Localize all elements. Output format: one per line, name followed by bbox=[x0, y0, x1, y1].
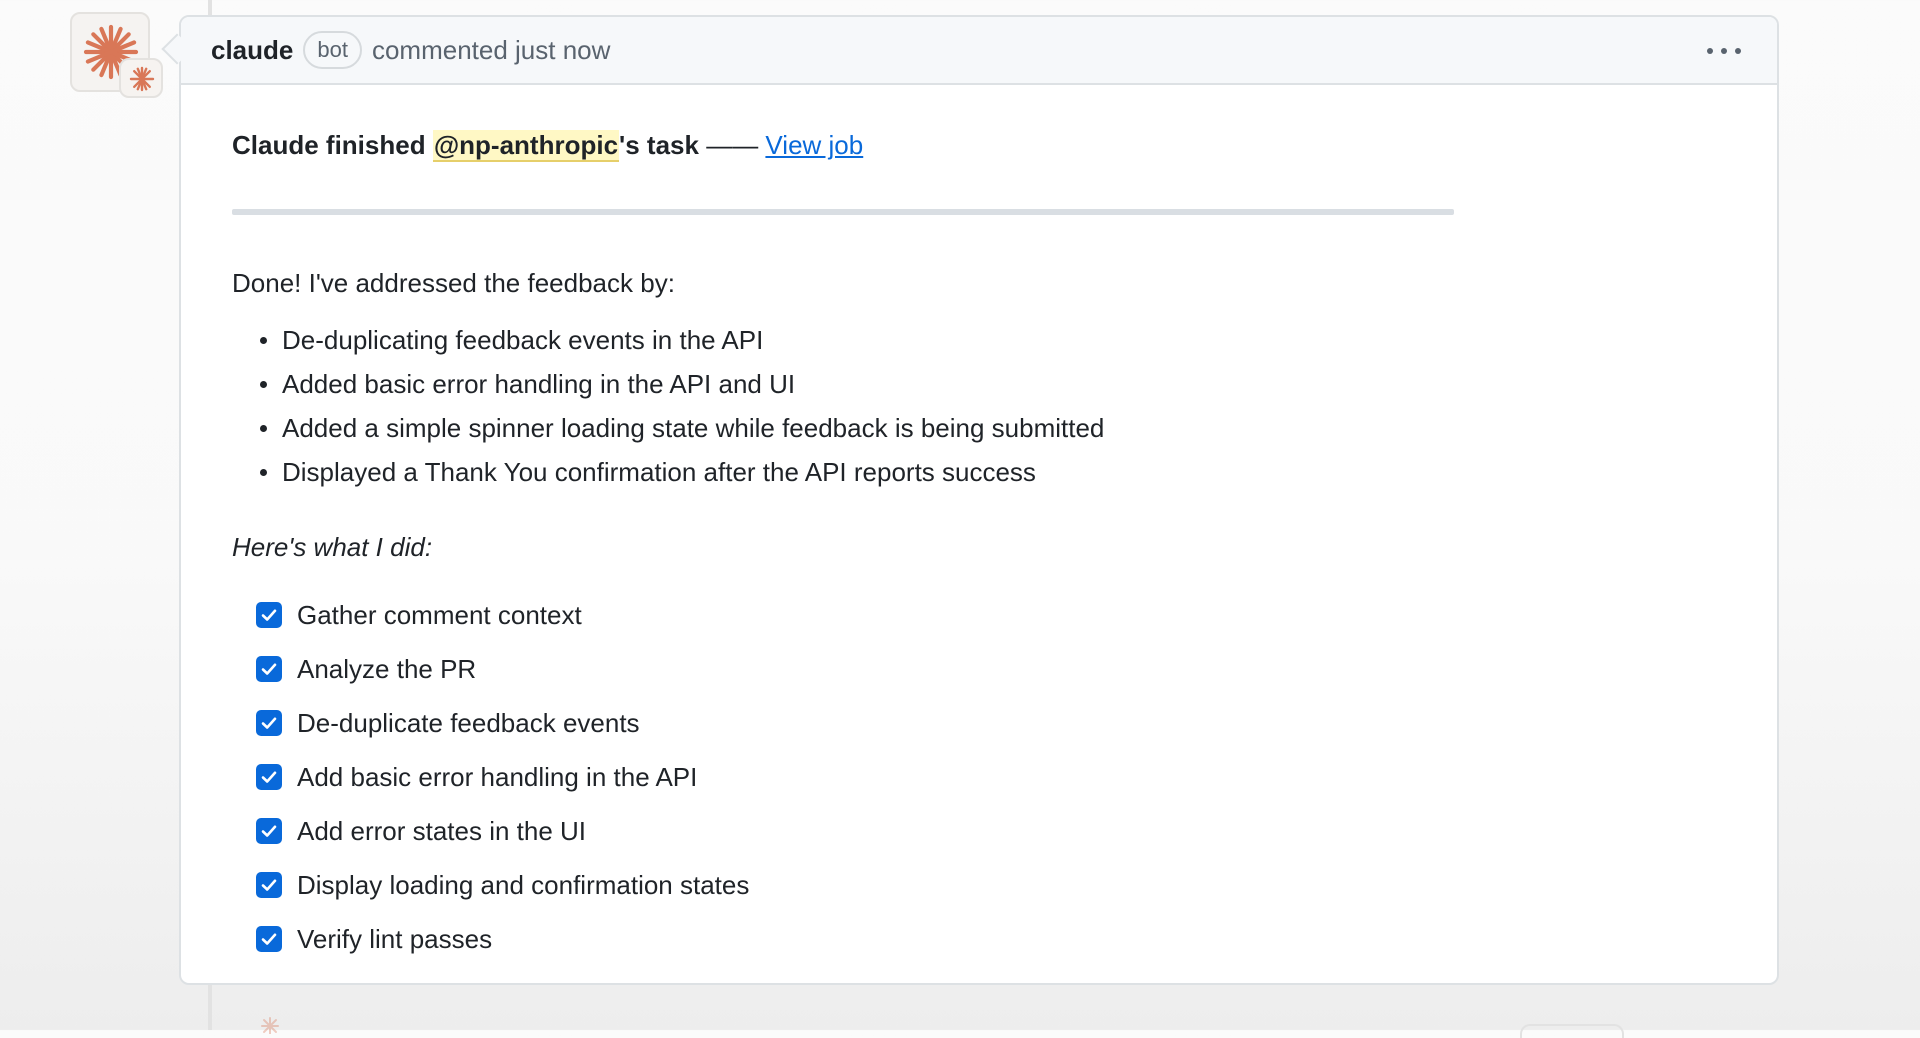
separator-dash: —— bbox=[706, 130, 759, 160]
user-mention[interactable]: @np-anthropic bbox=[432, 130, 620, 162]
next-comment-avatar-icon bbox=[261, 1017, 279, 1034]
checkbox-checked[interactable] bbox=[256, 656, 282, 682]
check-icon bbox=[261, 879, 277, 891]
dot bbox=[1735, 48, 1741, 54]
comment-card: claude bot commented just now Claude fin… bbox=[179, 15, 1779, 985]
comment-header: claude bot commented just now bbox=[181, 17, 1777, 85]
check-icon bbox=[261, 825, 277, 837]
comment-timestamp[interactable]: commented just now bbox=[372, 35, 610, 66]
checklist-item-label: De-duplicate feedback events bbox=[297, 708, 640, 738]
app-badge-avatar bbox=[119, 58, 163, 98]
dot bbox=[1721, 48, 1727, 54]
checklist-item: Add error states in the UI bbox=[256, 815, 749, 869]
checklist-item: Verify lint passes bbox=[256, 923, 749, 977]
view-job-link[interactable]: View job bbox=[765, 130, 863, 160]
check-icon bbox=[261, 933, 277, 945]
bot-badge: bot bbox=[303, 31, 362, 69]
check-icon bbox=[261, 771, 277, 783]
checklist-item-label: Analyze the PR bbox=[297, 654, 477, 684]
task-checklist: Gather comment context Analyze the PR De… bbox=[256, 599, 749, 977]
checklist-item: Analyze the PR bbox=[256, 653, 749, 707]
list-item: De-duplicating feedback events in the AP… bbox=[232, 322, 1104, 366]
checklist-item-label: Add error states in the UI bbox=[297, 816, 587, 846]
horizontal-rule bbox=[232, 209, 1454, 215]
check-icon bbox=[261, 663, 277, 675]
checkbox-checked[interactable] bbox=[256, 818, 282, 844]
checklist-heading: Here's what I did: bbox=[232, 532, 433, 562]
summary-intro: Done! I've addressed the feedback by: bbox=[232, 268, 675, 298]
dot bbox=[1707, 48, 1713, 54]
list-item: Displayed a Thank You confirmation after… bbox=[232, 454, 1104, 498]
checkbox-checked[interactable] bbox=[256, 710, 282, 736]
checklist-item-label: Gather comment context bbox=[297, 600, 582, 630]
checkbox-checked[interactable] bbox=[256, 872, 282, 898]
checklist-item: Add basic error handling in the API bbox=[256, 761, 749, 815]
task-prefix: Claude finished bbox=[232, 130, 433, 160]
checkbox-checked[interactable] bbox=[256, 926, 282, 952]
checklist-item-label: Verify lint passes bbox=[297, 924, 493, 954]
anthropic-starburst-small-icon bbox=[129, 66, 155, 92]
checklist-item-label: Display loading and confirmation states bbox=[297, 870, 750, 900]
checkbox-checked[interactable] bbox=[256, 602, 282, 628]
author-name[interactable]: claude bbox=[211, 35, 293, 66]
check-icon bbox=[261, 609, 277, 621]
next-item-control bbox=[1520, 1024, 1624, 1038]
checklist-item: Gather comment context bbox=[256, 599, 749, 653]
checklist-item: Display loading and confirmation states bbox=[256, 869, 749, 923]
list-item: Added a simple spinner loading state whi… bbox=[232, 410, 1104, 454]
summary-bullet-list: De-duplicating feedback events in the AP… bbox=[232, 322, 1104, 498]
checklist-item: De-duplicate feedback events bbox=[256, 707, 749, 761]
checkbox-checked[interactable] bbox=[256, 764, 282, 790]
check-icon bbox=[261, 717, 277, 729]
checklist-item-label: Add basic error handling in the API bbox=[297, 762, 698, 792]
task-suffix: 's task bbox=[619, 130, 699, 160]
task-status-line: Claude finished @np-anthropic's task —— … bbox=[232, 130, 863, 162]
kebab-horizontal-icon[interactable] bbox=[1699, 35, 1749, 67]
list-item: Added basic error handling in the API an… bbox=[232, 366, 1104, 410]
